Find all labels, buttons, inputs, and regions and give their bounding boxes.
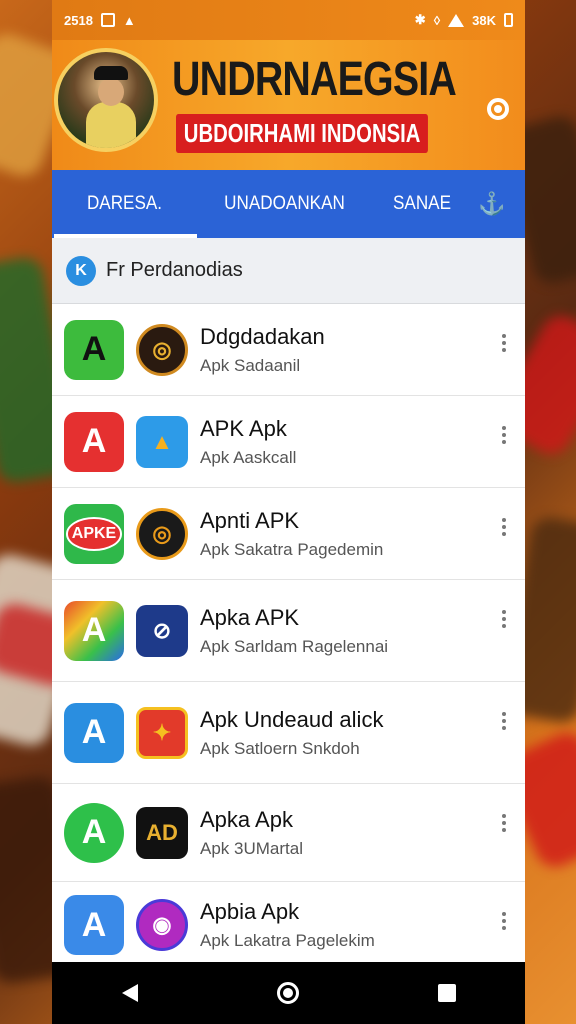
section-header: K Fr Perdanodias [52,238,525,304]
list-item[interactable]: A ▲ APK Apk Apk Aaskcall [52,396,525,488]
more-options-icon[interactable] [501,610,507,628]
app-title: Ddgdadakan [200,323,325,349]
signal-icon [448,13,465,27]
emblem-icon: ✦ [136,706,188,759]
tab-daresa[interactable]: DARESA. [59,170,190,238]
list-item[interactable]: A ⊘ Apka APK Apk Sarldam Ragelennai [52,580,525,682]
tab-sanae[interactable]: SANAE [377,170,467,238]
section-icon: K [66,255,96,286]
battery-level: 38K [472,12,496,28]
home-icon[interactable] [276,982,299,1004]
vibrate-icon: ◊ [433,12,441,28]
app-subtitle: Apk Sarldam Ragelennai [200,636,389,656]
status-time: 2518 [64,12,93,28]
app-title: APK Apk [200,415,287,441]
section-label: Fr Perdanodias [106,259,243,281]
app-list: A ◎ Ddgdadakan Apk Sadaanil A ▲ APK Apk … [52,304,525,968]
back-icon[interactable] [121,984,138,1002]
notification-icon [100,13,115,27]
bluetooth-icon: ✱ [414,12,426,27]
app-title: Apka Apk [200,806,293,832]
emblem-icon: ◎ [136,323,188,376]
emblem-icon: AD [136,806,188,859]
phone-screen: 2518 ▲ ✱ ◊ 38K UNDRNAEGSIA UBDOIRHAMI IN… [52,0,525,1024]
navigation-bar [52,962,525,1024]
emblem-icon: ◉ [136,899,188,951]
share-icon[interactable]: ⚓ [472,191,512,217]
tab-bar: DARESA. UNADOANKAN SANAE ⚓ [52,170,525,238]
more-options-icon[interactable] [501,814,507,832]
emblem-icon: ⊘ [136,604,188,657]
settings-icon[interactable] [487,98,509,120]
active-tab-indicator [54,234,197,238]
emblem-icon: ▲ [136,415,188,468]
more-options-icon[interactable] [501,518,507,536]
app-icon: A [64,600,124,661]
banner-subtitle: UBDOIRHAMI INDONSIA [176,114,429,153]
banner-title: UNDRNAEGSIA [172,53,457,106]
tab-unadoankan[interactable]: UNADOANKAN [206,170,364,238]
list-item[interactable]: A AD Apka Apk Apk 3UMartal [52,784,525,882]
app-title: Apk Undeaud alick [200,706,384,732]
app-subtitle: Apk Sadaanil [200,355,301,375]
app-subtitle: Apk Lakatra Pagelekim [200,931,375,950]
alert-icon: ▲ [122,12,136,28]
more-options-icon[interactable] [501,334,507,352]
emblem-icon: ◎ [136,507,188,560]
list-item[interactable]: A ◉ Apbia Apk Apk Lakatra Pagelekim [52,882,525,968]
more-options-icon[interactable] [501,712,507,730]
app-icon: A [64,895,124,955]
avatar [54,48,158,152]
list-item[interactable]: A ✦ Apk Undeaud alick Apk Satloern Snkdo… [52,682,525,784]
app-subtitle: Apk Aaskcall [200,447,297,467]
app-icon: APKE [64,503,124,564]
app-icon: A [64,411,124,472]
app-subtitle: Apk Sakatra Pagedemin [200,539,384,559]
app-icon: A [64,802,124,863]
app-title: Apka APK [200,604,300,630]
battery-icon [504,13,513,27]
more-options-icon[interactable] [501,912,507,930]
app-subtitle: Apk Satloern Snkdoh [200,738,360,758]
app-subtitle: Apk 3UMartal [200,838,303,858]
list-item[interactable]: APKE ◎ Apnti APK Apk Sakatra Pagedemin [52,488,525,580]
list-item[interactable]: A ◎ Ddgdadakan Apk Sadaanil [52,304,525,396]
app-icon: A [64,702,124,763]
app-title: Apbia Apk [200,899,300,924]
app-icon: A [64,319,124,380]
more-options-icon[interactable] [501,426,507,444]
app-title: Apnti APK [200,507,300,533]
recent-apps-icon[interactable] [437,984,456,1002]
status-bar: 2518 ▲ ✱ ◊ 38K [52,0,525,40]
header-banner: UNDRNAEGSIA UBDOIRHAMI INDONSIA [52,40,525,170]
